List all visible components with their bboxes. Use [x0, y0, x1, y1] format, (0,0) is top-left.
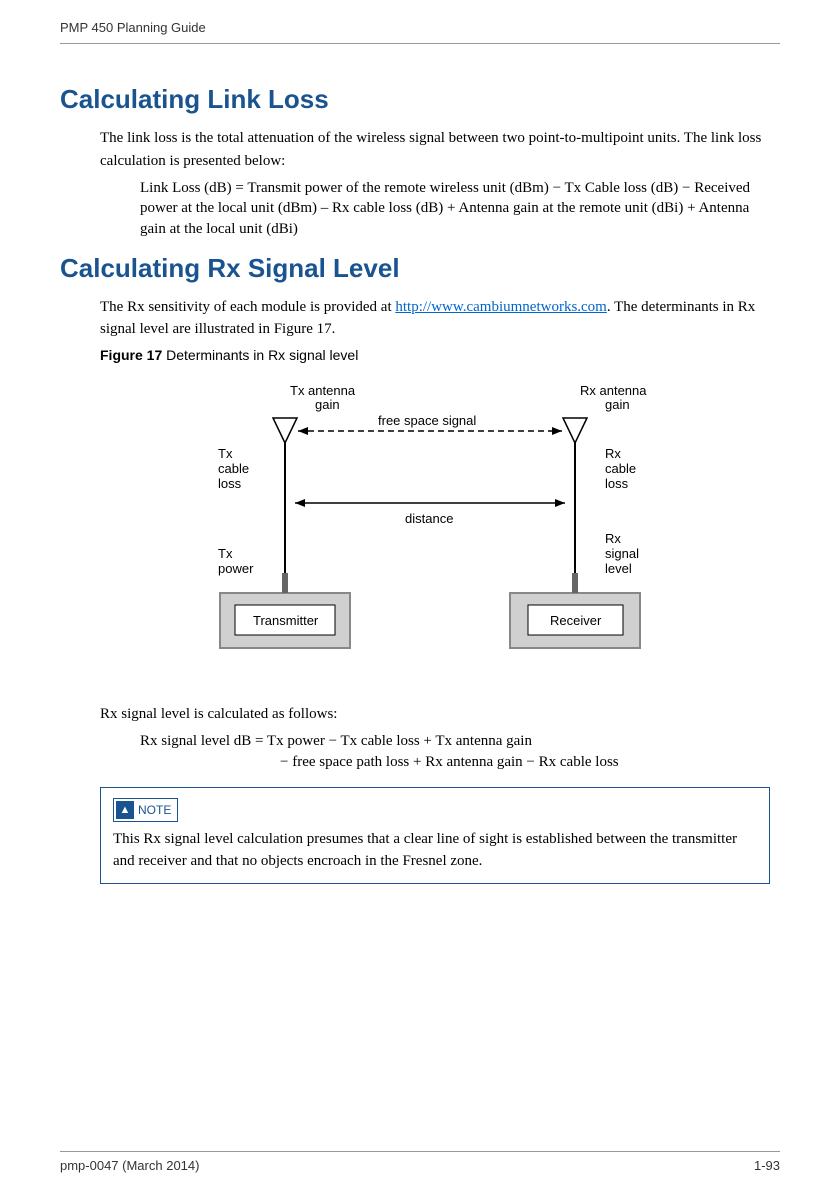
rx-antenna-label: Rx antenna — [580, 383, 647, 398]
rx-signal-label1: Rx — [605, 531, 621, 546]
section2-heading: Calculating Rx Signal Level — [60, 253, 780, 284]
rx-cable-label1: Rx — [605, 446, 621, 461]
tx-antenna-gain-label: gain — [315, 397, 340, 412]
cambium-link[interactable]: http://www.cambiumnetworks.com — [395, 299, 607, 315]
section1-heading: Calculating Link Loss — [60, 84, 780, 115]
section1-para1: The link loss is the total attenuation o… — [100, 127, 780, 172]
section2-formula-line2: − free space path loss + Rx antenna gain… — [280, 752, 780, 772]
arrow-left-icon — [298, 427, 308, 435]
signal-diagram: Tx antenna gain Rx antenna gain free spa… — [160, 383, 780, 668]
arrow-right-icon — [552, 427, 562, 435]
header-title: PMP 450 Planning Guide — [60, 20, 206, 35]
distance-arrow-left-icon — [295, 499, 305, 507]
rx-connector — [572, 573, 578, 593]
figure-caption-text: Determinants in Rx signal level — [162, 347, 358, 363]
tx-cable-label3: loss — [218, 476, 242, 491]
receiver-label: Receiver — [550, 613, 602, 628]
figure-caption: Figure 17 Determinants in Rx signal leve… — [100, 347, 780, 363]
rx-cable-label2: cable — [605, 461, 636, 476]
note-triangle-icon: ▲ — [116, 801, 134, 819]
tx-cable-label2: cable — [218, 461, 249, 476]
rx-cable-label3: loss — [605, 476, 629, 491]
rx-signal-label2: signal — [605, 546, 639, 561]
tx-antenna-label: Tx antenna — [290, 383, 356, 398]
rx-signal-diagram-svg: Tx antenna gain Rx antenna gain free spa… — [160, 383, 700, 663]
note-box: ▲ NOTE This Rx signal level calculation … — [100, 787, 770, 884]
rx-signal-label3: level — [605, 561, 632, 576]
section2-formula-line1: Rx signal level dB = Tx power − Tx cable… — [140, 731, 760, 751]
free-space-label: free space signal — [378, 413, 476, 428]
footer-left: pmp-0047 (March 2014) — [60, 1158, 199, 1173]
note-text: This Rx signal level calculation presume… — [113, 828, 757, 873]
rx-antenna-gain-label: gain — [605, 397, 630, 412]
tx-power-label1: Tx — [218, 546, 233, 561]
tx-connector — [282, 573, 288, 593]
footer-right: 1-93 — [754, 1158, 780, 1173]
tx-power-label2: power — [218, 561, 254, 576]
section1-formula: Link Loss (dB) = Transmit power of the r… — [140, 178, 760, 239]
distance-label: distance — [405, 511, 453, 526]
page-header: PMP 450 Planning Guide — [60, 20, 780, 44]
section2-para1: The Rx sensitivity of each module is pro… — [100, 296, 780, 341]
transmitter-label: Transmitter — [253, 613, 319, 628]
rx-antenna-icon — [563, 418, 587, 443]
distance-arrow-right-icon — [555, 499, 565, 507]
note-badge-text: NOTE — [138, 803, 171, 817]
section2-para1-pre: The Rx sensitivity of each module is pro… — [100, 299, 395, 315]
page-footer: pmp-0047 (March 2014) 1-93 — [60, 1151, 780, 1173]
tx-antenna-icon — [273, 418, 297, 443]
section2-para2: Rx signal level is calculated as follows… — [100, 703, 780, 726]
tx-cable-label1: Tx — [218, 446, 233, 461]
figure-label: Figure 17 — [100, 347, 162, 363]
note-badge: ▲ NOTE — [113, 798, 178, 822]
